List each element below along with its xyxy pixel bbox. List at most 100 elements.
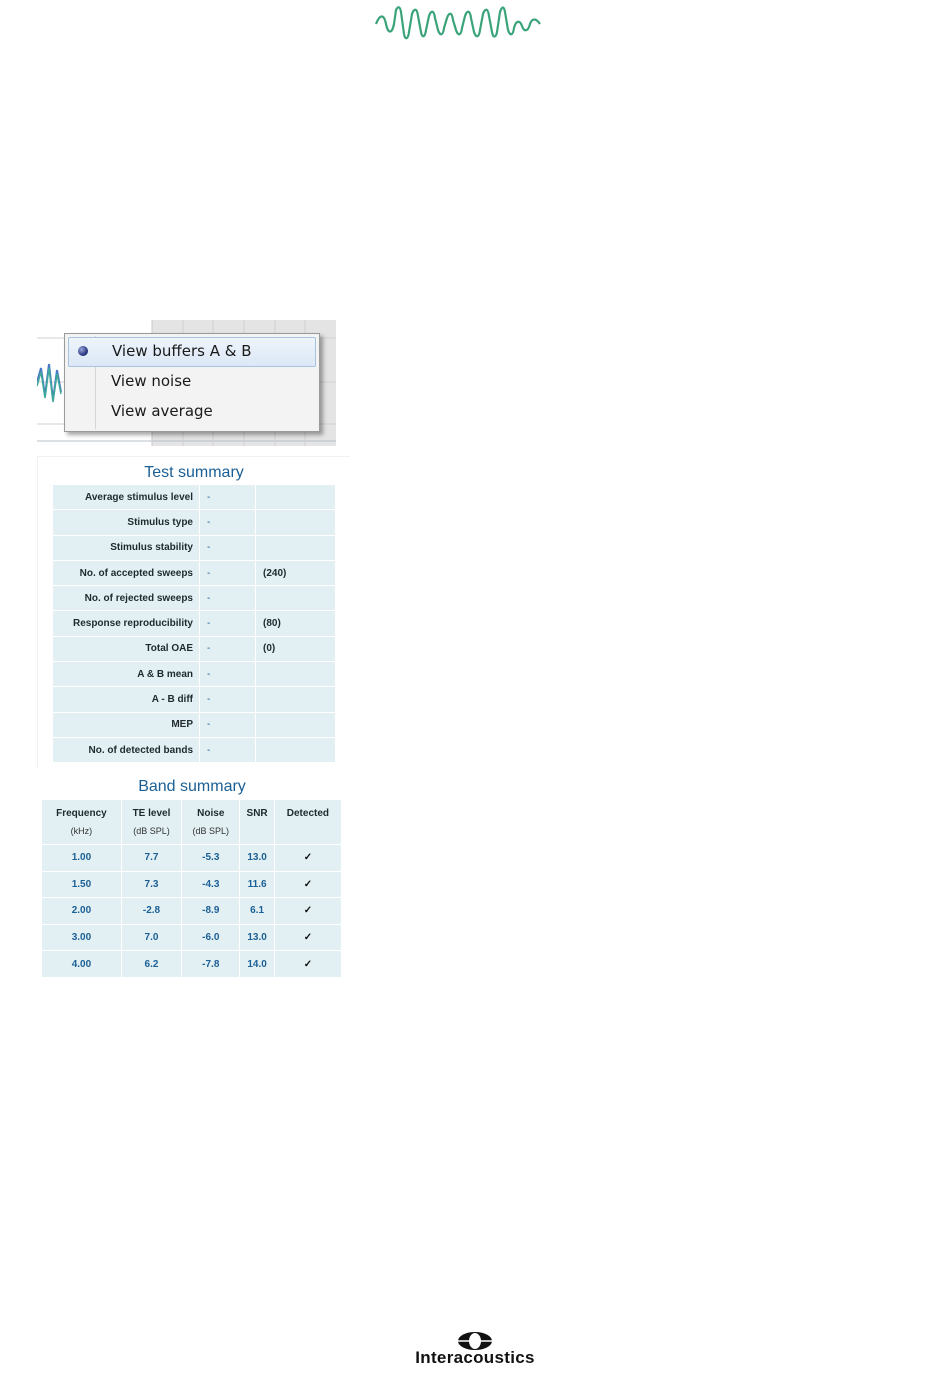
summary-label: A - B diff	[53, 686, 200, 713]
summary-row: MEP -	[53, 712, 336, 738]
band-cell: -2.8	[121, 897, 183, 925]
summary-label: MEP	[53, 712, 200, 738]
band-cell: 7.3	[121, 871, 183, 899]
brand-name: Interacoustics	[415, 1348, 535, 1367]
band-cell: 1.00	[42, 844, 122, 872]
band-cell: 1.50	[42, 871, 122, 899]
summary-label: Stimulus type	[53, 509, 200, 536]
summary-label: Stimulus stability	[53, 535, 200, 561]
summary-label: No. of detected bands	[53, 737, 200, 764]
band-cell: 6.2	[121, 950, 183, 978]
menu-item-view-average[interactable]: View average	[68, 398, 316, 426]
summary-row: Average stimulus level -	[53, 485, 336, 511]
band-column-header: Detected	[274, 800, 343, 845]
summary-extra	[255, 585, 336, 612]
band-summary-title: Band summary	[138, 778, 246, 795]
summary-extra	[255, 737, 336, 764]
detected-check-icon: ✓	[274, 844, 343, 872]
context-menu-screenshot: View buffers A & B View noise View avera…	[37, 320, 336, 446]
band-cell: 6.1	[239, 897, 275, 925]
summary-value: -	[199, 636, 256, 663]
summary-value: -	[199, 535, 256, 561]
band-row: 3.00 7.0 -6.0 13.0 ✓	[42, 924, 343, 952]
summary-extra: (80)	[255, 610, 336, 637]
column-unit: (kHz)	[70, 826, 93, 836]
summary-value: -	[199, 610, 256, 637]
detected-check-icon: ✓	[274, 897, 343, 925]
menu-item-view-buffers[interactable]: View buffers A & B	[68, 337, 316, 367]
summary-row: A - B diff -	[53, 686, 336, 713]
detected-check-icon: ✓	[274, 924, 343, 952]
summary-row: Response reproducibility - (80)	[53, 610, 336, 637]
band-row: 2.00 -2.8 -8.9 6.1 ✓	[42, 897, 343, 925]
band-cell: 4.00	[42, 950, 122, 978]
summary-label: No. of accepted sweeps	[53, 560, 200, 587]
test-summary-panel: Test summary Average stimulus level - Stim…	[37, 456, 350, 769]
summary-label: No. of rejected sweeps	[53, 585, 200, 612]
summary-label: Average stimulus level	[53, 485, 200, 511]
summary-row: A & B mean -	[53, 661, 336, 688]
column-unit: (dB SPL)	[192, 826, 230, 836]
summary-value: -	[199, 509, 256, 536]
summary-row: No. of accepted sweeps - (240)	[53, 560, 336, 587]
detected-check-icon: ✓	[274, 871, 343, 899]
band-column-header: SNR	[239, 800, 275, 845]
band-cell: 2.00	[42, 897, 122, 925]
band-cell: -7.8	[181, 950, 241, 978]
band-cell: 14.0	[239, 950, 275, 978]
band-column-header: Frequency (kHz)	[42, 800, 122, 845]
summary-row: No. of detected bands -	[53, 737, 336, 764]
radio-selected-icon	[78, 346, 88, 356]
band-cell: -8.9	[181, 897, 241, 925]
waveform-logo-icon	[374, 6, 541, 40]
summary-label: Total OAE	[53, 636, 200, 663]
summary-value: -	[199, 686, 256, 713]
summary-extra: (240)	[255, 560, 336, 587]
band-cell: -6.0	[181, 924, 241, 952]
band-row: 1.00 7.7 -5.3 13.0 ✓	[42, 844, 343, 872]
band-cell: -4.3	[181, 871, 241, 899]
band-cell: 11.6	[239, 871, 275, 899]
column-name: TE level	[132, 808, 171, 819]
band-cell: 7.0	[121, 924, 183, 952]
band-column-header: TE level (dB SPL)	[121, 800, 183, 845]
summary-value: -	[199, 737, 256, 764]
band-cell: 13.0	[239, 844, 275, 872]
band-row: 4.00 6.2 -7.8 14.0 ✓	[42, 950, 343, 978]
summary-extra	[255, 535, 336, 561]
summary-extra	[255, 485, 336, 511]
band-summary-table: Frequency (kHz) TE level (dB SPL) Noise (dB S…	[42, 800, 343, 978]
test-summary-title: Test summary	[144, 464, 244, 481]
detected-check-icon: ✓	[274, 950, 343, 978]
summary-value: -	[199, 585, 256, 612]
summary-value: -	[199, 712, 256, 738]
column-name: Noise	[197, 808, 225, 819]
menu-item-view-noise[interactable]: View noise	[68, 368, 316, 396]
summary-value: -	[199, 661, 256, 688]
column-unit: (dB SPL)	[133, 826, 170, 836]
summary-value: -	[199, 485, 256, 511]
test-summary-table: Average stimulus level - Stimulus type - Sti…	[53, 485, 336, 764]
column-name: SNR	[246, 808, 268, 819]
column-name: Detected	[286, 808, 330, 819]
summary-row: No. of rejected sweeps -	[53, 585, 336, 612]
summary-row: Stimulus stability -	[53, 535, 336, 561]
summary-label: A & B mean	[53, 661, 200, 688]
summary-label: Response reproducibility	[53, 610, 200, 637]
band-cell: 3.00	[42, 924, 122, 952]
summary-extra	[255, 509, 336, 536]
band-cell: 13.0	[239, 924, 275, 952]
summary-extra	[255, 661, 336, 688]
summary-extra	[255, 686, 336, 713]
column-name: Frequency	[56, 808, 107, 819]
band-cell: 7.7	[121, 844, 183, 872]
band-cell: -5.3	[181, 844, 241, 872]
summary-row: Stimulus type -	[53, 509, 336, 536]
summary-extra: (0)	[255, 636, 336, 663]
summary-value: -	[199, 560, 256, 587]
context-menu: View buffers A & B View noise View avera…	[64, 333, 320, 432]
band-column-header: Noise (dB SPL)	[181, 800, 241, 845]
summary-row: Total OAE - (0)	[53, 636, 336, 663]
band-row: 1.50 7.3 -4.3 11.6 ✓	[42, 871, 343, 899]
summary-extra	[255, 712, 336, 738]
